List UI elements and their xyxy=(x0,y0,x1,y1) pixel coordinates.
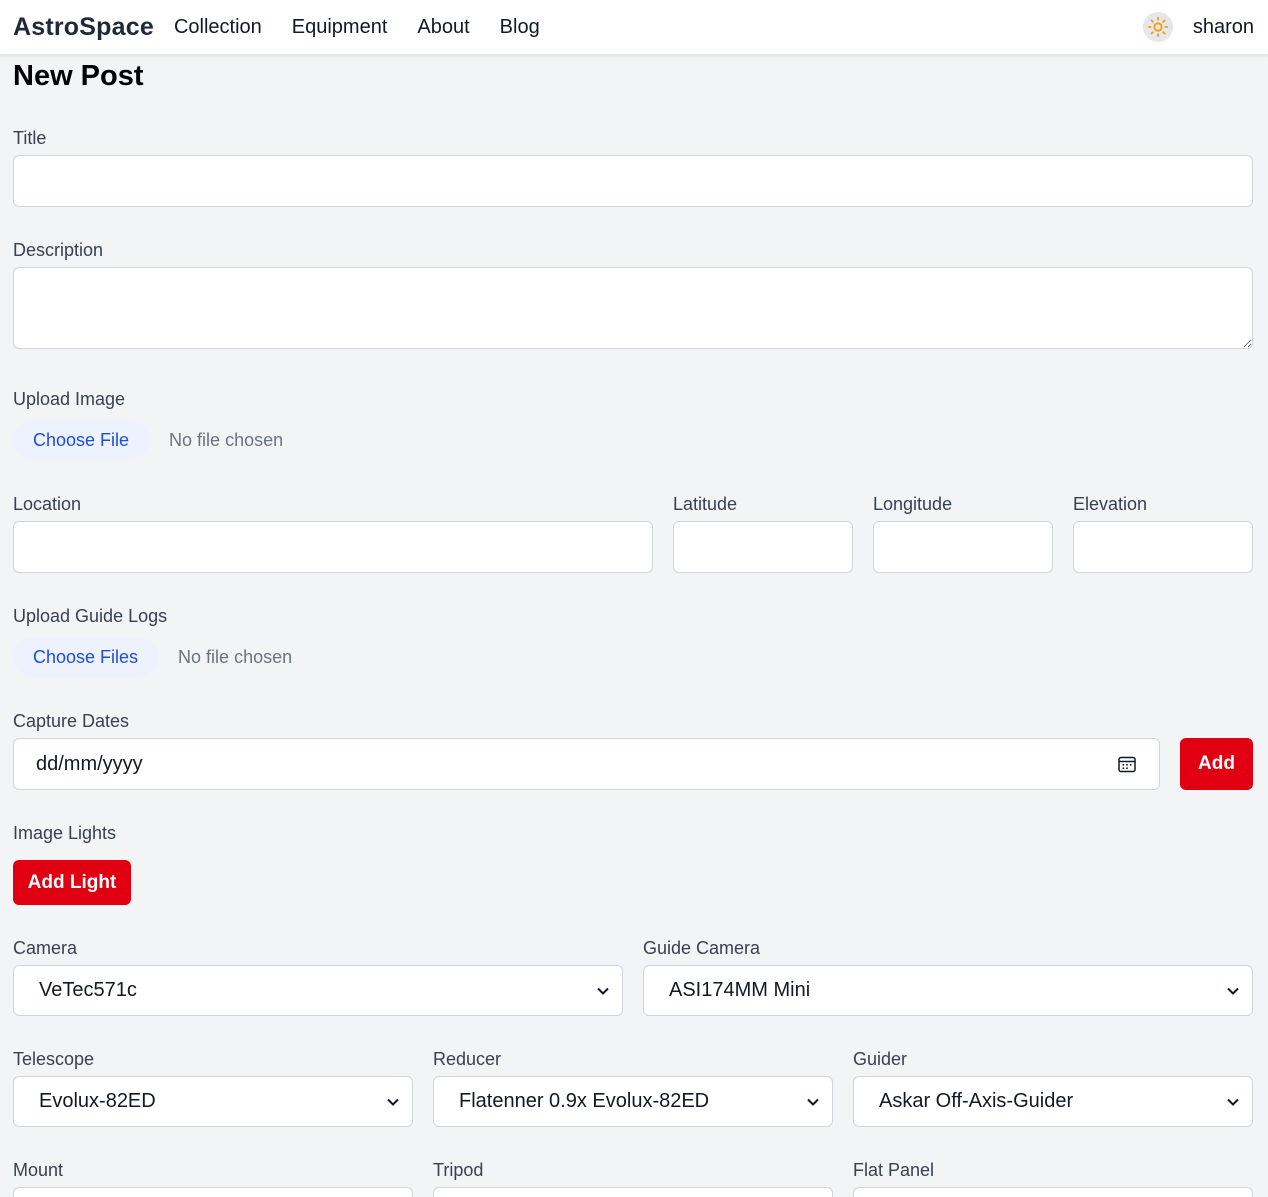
capture-date-input[interactable]: dd/mm/yyyy xyxy=(13,738,1160,790)
location-input[interactable] xyxy=(13,521,653,573)
nav-link-collection[interactable]: Collection xyxy=(174,16,262,39)
reducer-label: Reducer xyxy=(433,1049,502,1069)
description-label: Description xyxy=(13,240,104,260)
elevation-input[interactable] xyxy=(1073,521,1253,573)
camera-label: Camera xyxy=(13,938,78,958)
title-label: Title xyxy=(13,128,47,148)
image-lights-label: Image Lights xyxy=(13,823,117,843)
upload-guide-logs-label: Upload Guide Logs xyxy=(13,606,168,626)
add-light-button[interactable]: Add Light xyxy=(13,860,131,905)
upload-image-file-input: Choose File No file chosen xyxy=(13,420,283,460)
title-input[interactable] xyxy=(13,155,1253,207)
theme-toggle-button[interactable] xyxy=(1142,12,1173,42)
flat-panel-label: Flat Panel xyxy=(853,1160,935,1180)
upload-image-status: No file chosen xyxy=(169,429,284,450)
chevron-down-icon xyxy=(806,1095,820,1109)
guide-camera-label: Guide Camera xyxy=(643,938,761,958)
nav-link-about[interactable]: About xyxy=(417,16,469,39)
description-textarea[interactable] xyxy=(13,267,1253,349)
capture-dates-label: Capture Dates xyxy=(13,711,130,731)
tripod-select[interactable] xyxy=(433,1187,833,1197)
camera-selected-value: VeTec571c xyxy=(39,979,137,1001)
page-title: New Post xyxy=(13,60,144,92)
guider-label: Guider xyxy=(853,1049,908,1069)
telescope-label: Telescope xyxy=(13,1049,95,1069)
camera-select[interactable]: VeTec571c xyxy=(13,965,623,1016)
user-menu[interactable]: sharon xyxy=(1193,16,1254,39)
add-date-button[interactable]: Add xyxy=(1180,738,1253,790)
tripod-label: Tripod xyxy=(433,1160,484,1180)
elevation-label: Elevation xyxy=(1073,494,1148,514)
flat-panel-select[interactable] xyxy=(853,1187,1253,1197)
reducer-selected-value: Flatenner 0.9x Evolux-82ED xyxy=(459,1090,710,1112)
longitude-input[interactable] xyxy=(873,521,1053,573)
navbar: AstroSpace Collection Equipment About Bl… xyxy=(0,0,1268,55)
brand-logo[interactable]: AstroSpace xyxy=(13,13,154,42)
mount-label: Mount xyxy=(13,1160,64,1180)
guider-selected-value: Askar Off-Axis-Guider xyxy=(879,1090,1074,1112)
choose-files-button[interactable]: Choose Files xyxy=(13,637,159,677)
date-placeholder: dd/mm/yyyy xyxy=(36,752,143,775)
location-label: Location xyxy=(13,494,82,514)
mount-select[interactable] xyxy=(13,1187,413,1197)
guider-select[interactable]: Askar Off-Axis-Guider xyxy=(853,1076,1253,1127)
guide-camera-selected-value: ASI174MM Mini xyxy=(669,979,811,1001)
latitude-label: Latitude xyxy=(673,494,738,514)
nav-user-area: sharon xyxy=(1142,12,1254,42)
nav-link-equipment[interactable]: Equipment xyxy=(292,16,388,39)
calendar-icon[interactable] xyxy=(1117,754,1137,774)
chevron-down-icon xyxy=(596,984,610,998)
choose-file-button[interactable]: Choose File xyxy=(13,420,150,460)
guide-logs-status: No file chosen xyxy=(178,646,293,667)
nav-link-blog[interactable]: Blog xyxy=(500,16,540,39)
sun-icon xyxy=(1147,16,1169,38)
telescope-selected-value: Evolux-82ED xyxy=(39,1090,156,1112)
longitude-label: Longitude xyxy=(873,494,953,514)
latitude-input[interactable] xyxy=(673,521,853,573)
chevron-down-icon xyxy=(386,1095,400,1109)
chevron-down-icon xyxy=(1226,1095,1240,1109)
reducer-select[interactable]: Flatenner 0.9x Evolux-82ED xyxy=(433,1076,833,1127)
upload-image-label: Upload Image xyxy=(13,389,126,409)
chevron-down-icon xyxy=(1226,984,1240,998)
telescope-select[interactable]: Evolux-82ED xyxy=(13,1076,413,1127)
upload-guide-logs-file-input: Choose Files No file chosen xyxy=(13,637,292,677)
guide-camera-select[interactable]: ASI174MM Mini xyxy=(643,965,1253,1016)
